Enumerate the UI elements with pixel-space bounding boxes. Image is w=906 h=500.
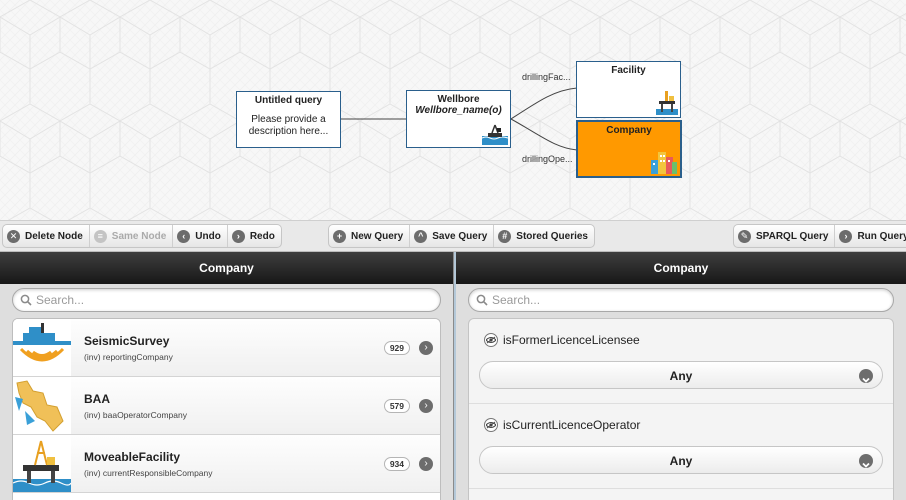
- play-arrow-icon: ›: [839, 229, 853, 243]
- item-relation: (inv) reportingCompany: [84, 352, 173, 362]
- run-query-button[interactable]: › Run Query: [835, 225, 906, 247]
- item-name: BAA: [84, 392, 110, 406]
- save-query-button[interactable]: ^ Save Query: [410, 225, 495, 247]
- save-query-label: Save Query: [432, 230, 488, 242]
- chevron-right-icon[interactable]: ›: [419, 457, 433, 471]
- search-icon: [20, 294, 32, 306]
- chevron-right-icon[interactable]: ›: [419, 341, 433, 355]
- moveable-platform-icon: [13, 435, 71, 492]
- chevron-down-icon: [859, 369, 873, 383]
- sparql-query-button[interactable]: ✎ SPARQL Query: [734, 225, 836, 247]
- grid-icon: #: [498, 229, 512, 243]
- pencil-icon: ✎: [738, 229, 751, 243]
- select-value: Any: [669, 369, 693, 383]
- new-query-label: New Query: [351, 230, 404, 242]
- chevron-right-icon[interactable]: ›: [419, 399, 433, 413]
- item-name: SeismicSurvey: [84, 334, 170, 348]
- properties-search[interactable]: [468, 288, 894, 312]
- toolbar: ✕ Delete Node ≡ Same Node ‹ Undo › Redo …: [0, 220, 906, 252]
- list-icon: ≡: [93, 229, 107, 243]
- eye-icon[interactable]: [484, 333, 498, 347]
- node-title: Facility: [611, 65, 646, 76]
- property-value-select[interactable]: Any: [479, 361, 883, 389]
- search-input[interactable]: [36, 293, 414, 307]
- property-label-row: isCurrentLicenceOperator: [484, 418, 640, 432]
- property-label: isFormerLicenceLicensee: [503, 333, 640, 347]
- delete-node-button[interactable]: ✕ Delete Node: [3, 225, 90, 247]
- delete-icon: ✕: [7, 229, 20, 243]
- panel-title: Company: [456, 252, 906, 284]
- node-title: Wellbore: [437, 94, 480, 105]
- edit-button-group: ✕ Delete Node ≡ Same Node ‹ Undo › Redo: [2, 224, 282, 248]
- stored-queries-label: Stored Queries: [516, 230, 588, 242]
- run-query-label: Run Query: [857, 230, 906, 242]
- chevron-down-icon: [859, 454, 873, 468]
- node-title: Company: [606, 125, 652, 136]
- query-graph-canvas[interactable]: Untitled query Please provide a descript…: [0, 0, 906, 220]
- node-wellbore[interactable]: Wellbore Wellbore_name(o): [406, 90, 511, 148]
- edge-label-facility[interactable]: drillingFac...: [522, 72, 571, 82]
- select-value: Any: [669, 454, 693, 468]
- undo-button[interactable]: ‹ Undo: [173, 225, 228, 247]
- property-value-select[interactable]: Any: [479, 446, 883, 474]
- undo-arrow-icon: ‹: [177, 229, 191, 243]
- count-badge: 929: [383, 341, 410, 355]
- chevron-up-icon: ^: [414, 229, 428, 243]
- edge-label-company[interactable]: drillingOpe...: [522, 154, 573, 164]
- redo-arrow-icon: ›: [231, 229, 245, 243]
- node-subtitle: Wellbore_name(o): [415, 105, 502, 116]
- search-input[interactable]: [492, 293, 868, 307]
- list-item-seismicsurvey[interactable]: SeismicSurvey (inv) reportingCompany 929…: [13, 319, 440, 377]
- list-item-baa[interactable]: BAA (inv) baaOperatorCompany 579 ›: [13, 377, 440, 435]
- count-badge: 934: [383, 457, 410, 471]
- node-description: Please provide a description here...: [248, 114, 329, 137]
- list-item-moveablefacility[interactable]: MoveableFacility (inv) currentResponsibl…: [13, 435, 440, 493]
- query-button-group: + New Query ^ Save Query # Stored Querie…: [328, 224, 595, 248]
- same-node-button[interactable]: ≡ Same Node: [90, 225, 174, 247]
- property-label-row: isFormerLicenceLicensee: [484, 333, 640, 347]
- node-company[interactable]: Company: [576, 120, 682, 178]
- property-label: isCurrentLicenceOperator: [503, 418, 641, 432]
- redo-label: Redo: [249, 230, 275, 242]
- property-isformerlicencelicensee: isFormerLicenceLicensee Any: [469, 319, 893, 404]
- item-relation: (inv) currentResponsibleCompany: [84, 468, 213, 478]
- undo-label: Undo: [195, 230, 221, 242]
- property-iscurrentlicenceoperator: isCurrentLicenceOperator Any: [469, 404, 893, 489]
- connection-list: SeismicSurvey (inv) reportingCompany 929…: [12, 318, 441, 500]
- item-name: MoveableFacility: [84, 450, 181, 464]
- area-map-icon: [13, 377, 71, 434]
- connections-search[interactable]: [12, 288, 441, 312]
- connections-panel: Company SeismicSurvey (inv) reportingCom…: [0, 252, 454, 500]
- run-button-group: ✎ SPARQL Query › Run Query: [733, 224, 906, 248]
- property-list: isFormerLicenceLicensee Any isCurrentLic…: [468, 318, 894, 500]
- city-buildings-icon: [651, 152, 677, 174]
- plus-icon: +: [333, 229, 346, 243]
- eye-icon[interactable]: [484, 418, 498, 432]
- sparql-query-label: SPARQL Query: [756, 230, 829, 242]
- delete-node-label: Delete Node: [25, 230, 83, 242]
- oil-platform-icon: [656, 91, 678, 115]
- redo-button[interactable]: › Redo: [228, 225, 281, 247]
- node-untitled-query[interactable]: Untitled query Please provide a descript…: [236, 91, 341, 148]
- item-relation: (inv) baaOperatorCompany: [84, 410, 187, 420]
- drilling-rig-sea-icon: [482, 124, 508, 145]
- panel-title: Company: [0, 252, 453, 284]
- search-icon: [476, 294, 488, 306]
- count-badge: 579: [383, 399, 410, 413]
- properties-panel: Company isFormerLicenceLicensee Any: [456, 252, 906, 500]
- seismic-vessel-icon: [13, 319, 71, 376]
- node-title: Untitled query: [254, 95, 323, 106]
- node-facility[interactable]: Facility: [576, 61, 681, 118]
- stored-queries-button[interactable]: # Stored Queries: [494, 225, 594, 247]
- same-node-label: Same Node: [111, 230, 167, 242]
- new-query-button[interactable]: + New Query: [329, 225, 411, 247]
